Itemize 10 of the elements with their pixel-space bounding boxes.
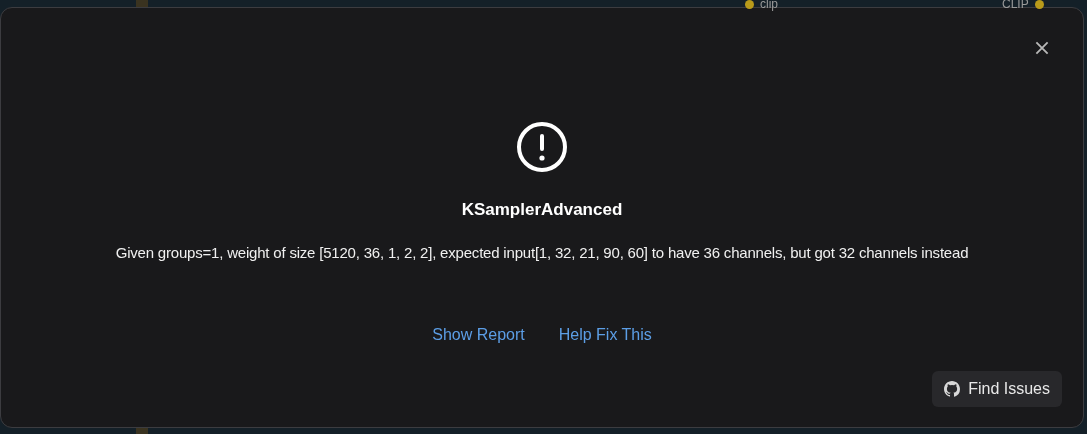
alert-icon bbox=[516, 121, 568, 173]
close-icon[interactable] bbox=[1033, 39, 1051, 57]
dialog-link[interactable]: Show Report bbox=[432, 323, 525, 347]
output-label: CLIP bbox=[1002, 0, 1029, 11]
github-icon bbox=[944, 381, 961, 397]
dialog-link[interactable]: Help Fix This bbox=[558, 323, 652, 347]
input-label: clip bbox=[760, 0, 778, 11]
find-issues-button[interactable]: Find Issues bbox=[932, 371, 1062, 407]
dialog-title: KSamplerAdvanced bbox=[461, 200, 623, 220]
error-message: Given groups=1, weight of size [5120, 36, 1, 2, 2], expected input[1, 32, 21, 90, 60] to have 36 channels, but got 32 channels instead bbox=[115, 244, 969, 262]
